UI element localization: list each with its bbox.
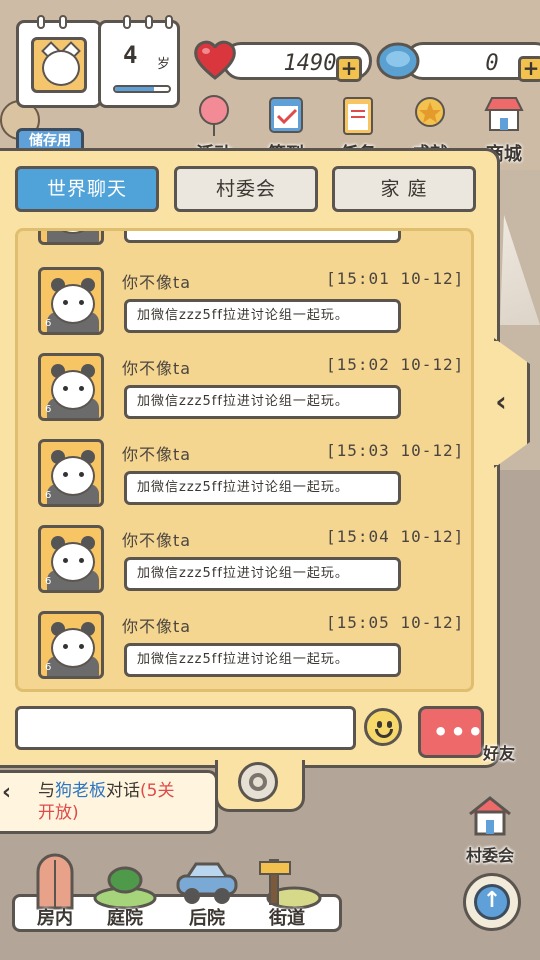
bottom-nav-label: 房内 [37, 908, 73, 929]
cat-avatar-icon [31, 37, 87, 93]
arrow-up-icon: ↑ [474, 884, 510, 920]
panda-avatar-icon[interactable]: 6 [38, 439, 104, 507]
chat-message: 6 你不像ta [15:01 10-12] 加微信zzz5ff拉进讨论组一起玩。 [38, 267, 468, 351]
chat-input[interactable] [15, 706, 356, 750]
emoji-button[interactable] [364, 708, 402, 746]
age-unit: 岁 [157, 57, 171, 72]
panda-avatar-icon[interactable]: 6 [38, 267, 104, 335]
chevron-left-icon[interactable]: ‹ [490, 384, 512, 420]
bottom-nav-label: 街道 [269, 908, 305, 929]
medal-icon [415, 97, 445, 127]
bottom-nav-label: 后院 [189, 908, 225, 929]
message-bubble: 加微信zzz5ff拉进讨论组一起玩。 [124, 231, 401, 243]
binder-ring-icon [165, 15, 173, 29]
chat-message: 6 你不像ta [15:03 10-12] 加微信zzz5ff拉进讨论组一起玩。 [38, 439, 468, 523]
bottom-nav-yard[interactable]: 庭院 [88, 850, 162, 934]
chat-message-list[interactable]: 加微信zzz5ff拉进讨论组一起玩。 6 你不像ta [15:01 10-12]… [15, 228, 474, 692]
message-sender[interactable]: 你不像ta [122, 441, 191, 465]
gear-icon[interactable] [238, 762, 278, 802]
house-icon [469, 796, 511, 836]
profile-card[interactable]: 4 岁 [16, 15, 180, 110]
clipboard-icon [343, 97, 373, 135]
message-timestamp: [15:05 10-12] [326, 613, 465, 632]
chat-message: 6 你不像ta [15:04 10-12] 加微信zzz5ff拉进讨论组一起玩。 [38, 525, 468, 609]
panda-avatar-icon[interactable]: 6 [38, 611, 104, 679]
user-level: 6 [45, 318, 52, 329]
message-sender[interactable]: 你不像ta [122, 527, 191, 551]
tab-world-chat[interactable]: 世界聊天 [15, 166, 159, 212]
user-level: 6 [45, 404, 52, 415]
smiley-icon [377, 721, 382, 728]
message-bubble: 加微信zzz5ff拉进讨论组一起玩。 [124, 385, 401, 419]
message-timestamp: [15:02 10-12] [326, 355, 465, 374]
hearts-add-button[interactable]: + [336, 56, 362, 82]
task-lock-note-line2: 开放) [38, 803, 79, 823]
message-timestamp: [15:03 10-12] [326, 441, 465, 460]
chevron-left-icon[interactable]: ‹ [2, 780, 26, 805]
task-suffix: 对话 [106, 781, 140, 801]
bottom-nav-backyard[interactable]: 后院 [170, 850, 244, 934]
gems-counter: 0 + [374, 38, 540, 82]
chat-message: 加微信zzz5ff拉进讨论组一起玩。 [38, 231, 468, 261]
signpost-icon [259, 859, 322, 910]
hearts-counter: 1490 + [192, 38, 372, 82]
more-dots-icon: ••• [433, 718, 486, 746]
gem-icon [376, 42, 420, 80]
message-bubble: 加微信zzz5ff拉进讨论组一起玩。 [124, 643, 401, 677]
tab-village-committee[interactable]: 村委会 [174, 166, 318, 212]
age-card: 4 岁 [98, 15, 180, 108]
message-sender[interactable]: 你不像ta [122, 613, 191, 637]
message-sender[interactable]: 你不像ta [122, 269, 191, 293]
player-avatar[interactable] [16, 15, 102, 108]
binder-ring-icon [59, 15, 67, 29]
garden-icon [93, 866, 157, 910]
message-sender[interactable]: 你不像ta [122, 355, 191, 379]
bottom-nav-street[interactable]: 街道 [250, 850, 324, 934]
door-icon [36, 853, 74, 910]
balloon-icon [199, 95, 229, 136]
panda-avatar-icon[interactable]: 6 [38, 353, 104, 421]
panda-avatar-icon[interactable]: 6 [38, 525, 104, 593]
age-progress-bar [113, 85, 171, 93]
user-level: 6 [45, 662, 52, 673]
gems-add-button[interactable]: + [518, 56, 540, 82]
binder-ring-icon [123, 15, 131, 29]
task-prefix: 与 [38, 781, 55, 801]
bottom-nav-indoors[interactable]: 房内 [18, 850, 92, 934]
task-npc-name: 狗老板 [55, 781, 106, 801]
car-icon [176, 862, 238, 904]
friends-label: 好友 [482, 744, 515, 763]
age-progress-fill [115, 87, 154, 91]
message-timestamp: [15:04 10-12] [326, 527, 465, 546]
friends-button[interactable]: 好友 [474, 740, 524, 764]
scroll-up-button[interactable]: ↑ [463, 873, 521, 931]
calendar-check-icon [269, 97, 303, 133]
binder-ring-icon [145, 15, 153, 29]
message-bubble: 加微信zzz5ff拉进讨论组一起玩。 [124, 471, 401, 505]
village-committee-label: 村委会 [465, 846, 514, 865]
tab-family[interactable]: 家 庭 [332, 166, 476, 212]
message-timestamp: [15:01 10-12] [326, 269, 465, 288]
chat-message: 6 你不像ta [15:02 10-12] 加微信zzz5ff拉进讨论组一起玩。 [38, 353, 468, 437]
message-bubble: 加微信zzz5ff拉进讨论组一起玩。 [124, 557, 401, 591]
heart-icon [194, 40, 236, 80]
village-committee-button[interactable]: 村委会 [456, 792, 524, 866]
user-level: 6 [45, 576, 52, 587]
task-description: 与狗老板对话(5关 开放) [38, 780, 208, 824]
panda-avatar-icon[interactable] [38, 231, 104, 245]
age-value: 4 [123, 41, 138, 69]
chat-message: 6 你不像ta [15:05 10-12] 加微信zzz5ff拉进讨论组一起玩。 [38, 611, 468, 689]
user-level: 6 [45, 490, 52, 501]
task-lock-note: (5关 [140, 781, 175, 801]
bottom-nav-label: 庭院 [107, 908, 143, 929]
message-bubble: 加微信zzz5ff拉进讨论组一起玩。 [124, 299, 401, 333]
shop-icon [484, 97, 524, 131]
binder-ring-icon [37, 15, 45, 29]
